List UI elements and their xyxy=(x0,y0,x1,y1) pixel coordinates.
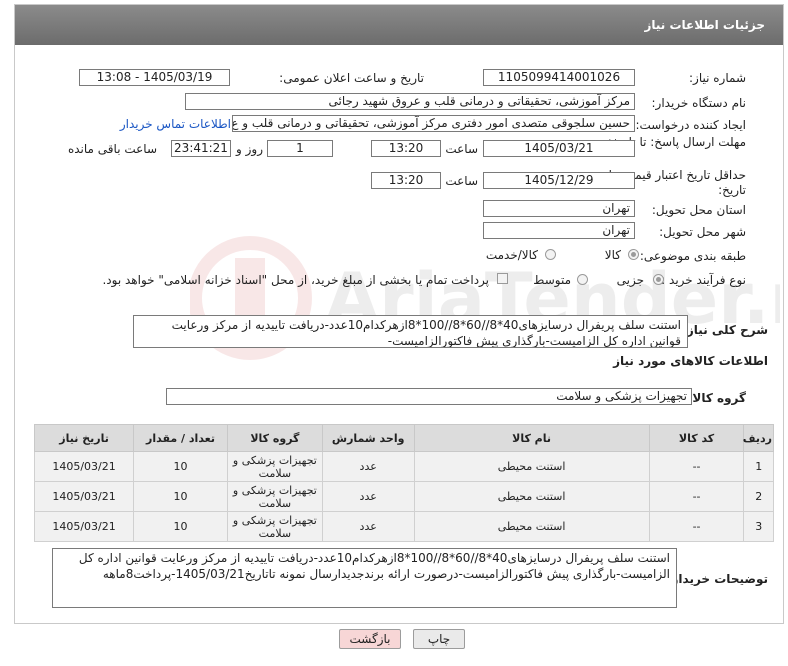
cell-group: تجهیزات پزشکی و سلامت xyxy=(226,451,323,482)
buyer-notes-textarea: استنت سلف پریفرال درسایزهای40*8//60*8//1… xyxy=(52,548,677,608)
cell-row: 2 xyxy=(743,481,774,512)
remaining-label: ساعت باقی مانده xyxy=(67,142,157,156)
validity-time-label: ساعت xyxy=(445,174,478,188)
cell-unit: عدد xyxy=(321,451,415,482)
deadline-time-field: 13:20 xyxy=(371,140,441,157)
cell-group: تجهیزات پزشکی و سلامت xyxy=(226,481,323,512)
goods-info-title: اطلاعات کالاهای مورد نیاز xyxy=(613,354,768,368)
table-row: 3 -- استنت محیطی عدد تجهیزات پزشکی و سلا… xyxy=(33,511,774,542)
col-name: نام کالا xyxy=(413,424,650,452)
announce-label: تاریخ و ساعت اعلان عمومی: xyxy=(279,71,424,85)
creator-label: ایجاد کننده درخواست: xyxy=(635,118,746,132)
col-code: کد کالا xyxy=(648,424,745,452)
table-row: 1 -- استنت محیطی عدد تجهیزات پزشکی و سلا… xyxy=(33,451,774,482)
category-radio-goods[interactable] xyxy=(628,249,639,260)
cell-date: 1405/03/21 xyxy=(33,511,135,542)
category-radio-goods-service[interactable] xyxy=(545,249,556,260)
cell-quantity: 10 xyxy=(133,451,228,482)
goods-table: ردیف کد کالا نام کالا واحد شمارش گروه کا… xyxy=(33,424,774,542)
process-radio-medium[interactable] xyxy=(577,274,588,285)
process-option-minor: جزیی xyxy=(616,273,644,287)
cell-date: 1405/03/21 xyxy=(33,451,135,482)
goods-group-label: گروه کالا: xyxy=(687,391,746,405)
announce-field: 1405/03/19 - 13:08 xyxy=(79,69,230,86)
need-number-label: شماره نیاز: xyxy=(689,71,746,85)
province-label: استان محل تحویل: xyxy=(651,203,746,217)
cell-quantity: 10 xyxy=(133,481,228,512)
need-number-field: 1105099414001026 xyxy=(483,69,635,86)
cell-date: 1405/03/21 xyxy=(33,481,135,512)
back-button[interactable]: بازگشت xyxy=(339,629,401,649)
summary-textarea: استنت سلف پریفرال درسایزهای40*8//60*8//1… xyxy=(133,315,688,348)
table-row: 2 -- استنت محیطی عدد تجهیزات پزشکی و سلا… xyxy=(33,481,774,512)
cell-code: -- xyxy=(648,451,745,482)
print-button[interactable]: چاپ xyxy=(413,629,465,649)
table-header-row: ردیف کد کالا نام کالا واحد شمارش گروه کا… xyxy=(33,424,774,452)
validity-date-field: 1405/12/29 xyxy=(483,172,635,189)
days-label: روز و xyxy=(236,142,263,156)
cell-quantity: 10 xyxy=(133,511,228,542)
creator-field: حسین سلجوقی متصدی امور دفتری مرکز آموزشی… xyxy=(232,115,635,132)
category-option-goods-service: کالا/خدمت xyxy=(485,248,538,262)
treasury-payment-checkbox[interactable] xyxy=(497,273,508,284)
treasury-payment-note: پرداخت تمام یا بخشی از مبلغ خرید، از محل… xyxy=(102,273,489,287)
deadline-date-field: 1405/03/21 xyxy=(483,140,635,157)
buyer-org-field: مرکز آموزشی، تحقیقاتی و درمانی قلب و عرو… xyxy=(185,93,635,110)
panel-header: جزئیات اطلاعات نیاز xyxy=(15,5,783,45)
col-group: گروه کالا xyxy=(226,424,323,452)
category-option-goods: کالا xyxy=(604,248,621,262)
category-label: طبقه بندی موضوعی: xyxy=(639,249,746,263)
city-field: تهران xyxy=(483,222,635,239)
col-row: ردیف xyxy=(743,424,774,452)
remaining-time-field: 23:41:21 xyxy=(171,140,231,157)
process-label: نوع فرآیند خرید : xyxy=(661,273,746,287)
col-date: تاریخ نیاز xyxy=(33,424,135,452)
cell-group: تجهیزات پزشکی و سلامت xyxy=(226,511,323,542)
goods-group-field: تجهیزات پزشکی و سلامت xyxy=(166,388,692,405)
summary-label: شرح کلی نیاز: xyxy=(682,323,768,337)
city-label: شهر محل تحویل: xyxy=(659,225,746,239)
buyer-notes-label: توضیحات خریدار: xyxy=(666,572,768,586)
col-unit: واحد شمارش xyxy=(321,424,415,452)
deadline-time-label: ساعت xyxy=(445,142,478,156)
cell-row: 3 xyxy=(743,511,774,542)
cell-row: 1 xyxy=(743,451,774,482)
cell-name: استنت محیطی xyxy=(413,451,650,482)
process-option-medium: متوسط xyxy=(533,273,571,287)
cell-code: -- xyxy=(648,511,745,542)
cell-unit: عدد xyxy=(321,511,415,542)
buyer-org-label: نام دستگاه خریدار: xyxy=(651,96,747,110)
process-radio-minor[interactable] xyxy=(653,274,664,285)
page-title: جزئیات اطلاعات نیاز xyxy=(644,18,765,32)
buyer-contact-link[interactable]: اطلاعات تماس خریدار xyxy=(120,117,231,131)
cell-name: استنت محیطی xyxy=(413,511,650,542)
validity-time-field: 13:20 xyxy=(371,172,441,189)
province-field: تهران xyxy=(483,200,635,217)
days-remaining-field: 1 xyxy=(267,140,333,157)
col-quantity: تعداد / مقدار xyxy=(133,424,228,452)
cell-name: استنت محیطی xyxy=(413,481,650,512)
cell-code: -- xyxy=(648,481,745,512)
cell-unit: عدد xyxy=(321,481,415,512)
